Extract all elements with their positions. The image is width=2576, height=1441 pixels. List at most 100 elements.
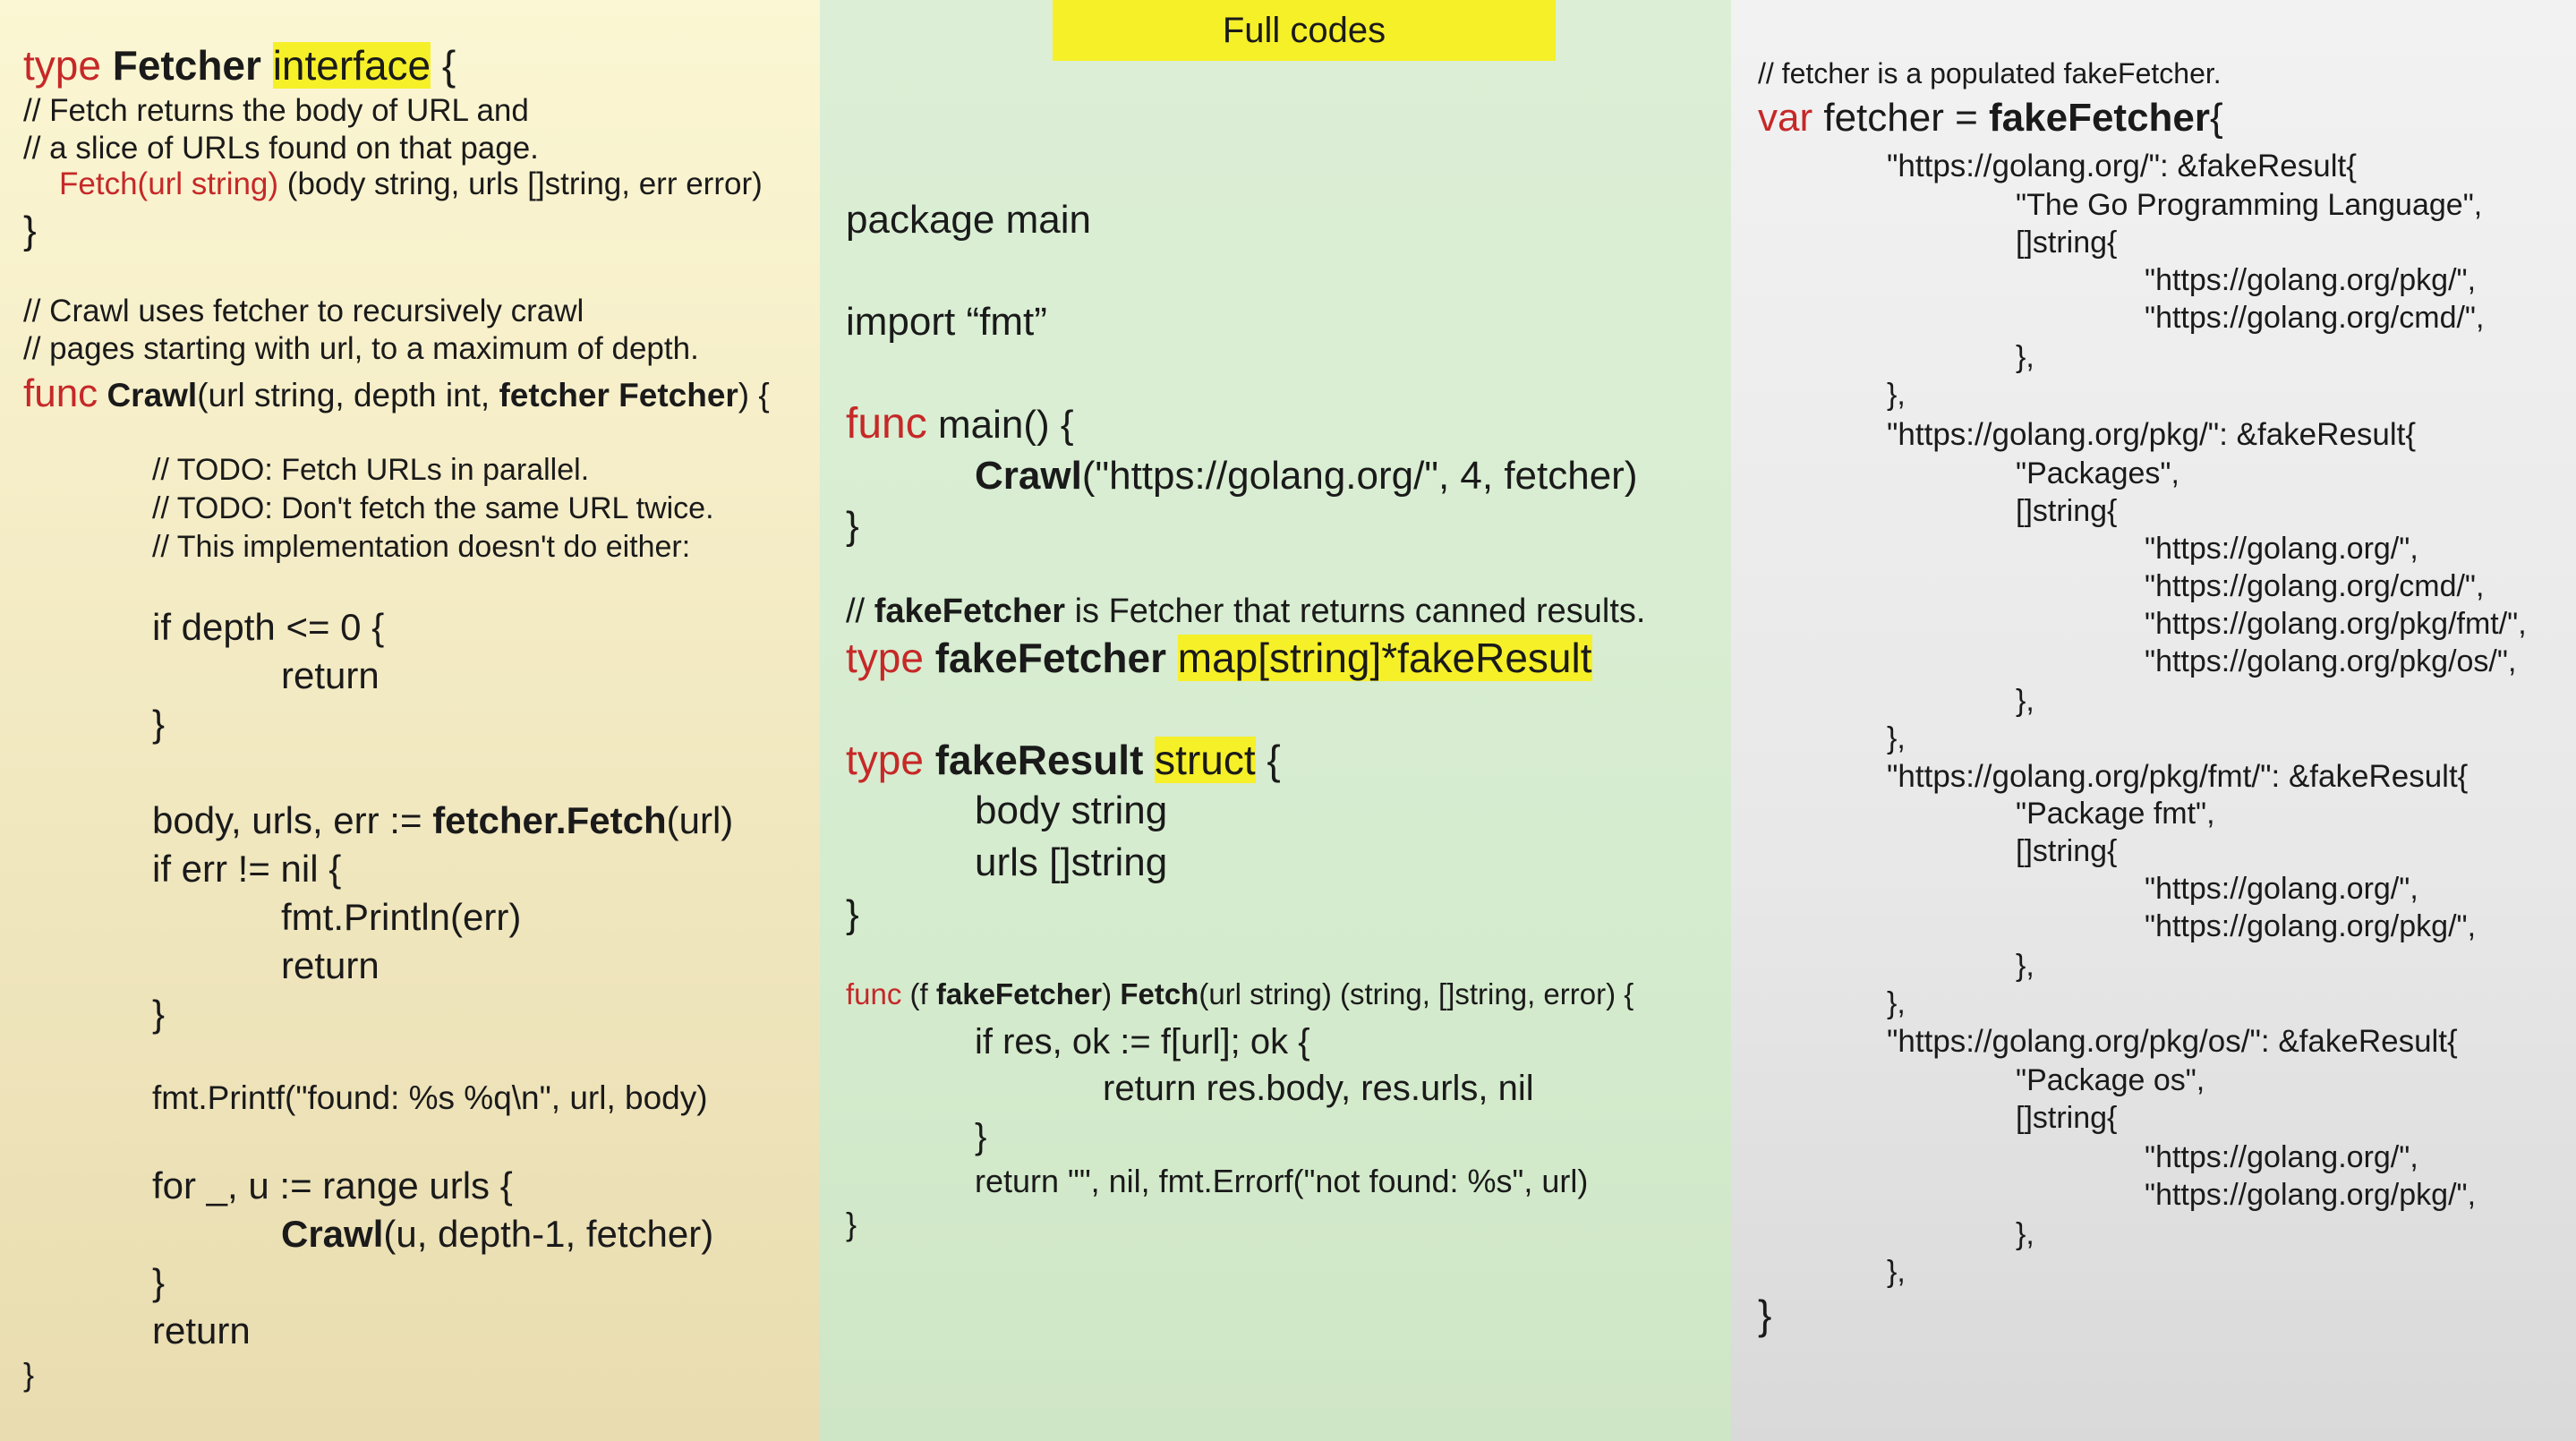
highlight: interface [272, 42, 431, 89]
code-line: }, [1887, 378, 1906, 412]
code-line: for _, u := range urls { [152, 1164, 513, 1207]
keyword: func [846, 400, 927, 448]
code-text: ) [1102, 977, 1121, 1010]
comment-line: // pages starting with url, to a maximum… [23, 331, 699, 366]
middle-code-panel: package main import “fmt” func main() { … [820, 0, 1731, 1441]
left-code-panel: type Fetcher interface { // Fetch return… [0, 0, 820, 1441]
map-entry-key: "https://golang.org/pkg/os/": &fakeResul… [1887, 1024, 2458, 1059]
type-name: Fetcher [112, 42, 261, 89]
code-text: ("https://golang.org/", 4, fetcher) [1081, 454, 1638, 498]
type-name: fakeFetcher [1989, 96, 2211, 140]
keyword: type [846, 635, 924, 681]
code-line: } [975, 1117, 987, 1156]
url-string: "https://golang.org/cmd/", [2145, 301, 2485, 335]
comment-line: // Crawl uses fetcher to recursively cra… [23, 294, 584, 328]
code-line: "The Go Programming Language", [2016, 188, 2483, 222]
func-name: Crawl [107, 377, 198, 414]
map-entry-key: "https://golang.org/pkg/": &fakeResult{ [1887, 417, 2417, 452]
code-line: if depth <= 0 { [152, 606, 385, 648]
code-line: }, [1887, 721, 1906, 755]
code-line: []string{ [2016, 1101, 2118, 1135]
type-name: fakeResult [934, 737, 1144, 783]
keyword: func [846, 977, 902, 1010]
code-line: []string{ [2016, 834, 2118, 868]
package-decl: package main [846, 198, 1091, 242]
type-name: fakeFetcher [934, 635, 1166, 681]
fetch-method-sig: func (f fakeFetcher) Fetch(url string) (… [846, 979, 1633, 1009]
url-string: "https://golang.org/pkg/", [2145, 909, 2477, 943]
url-string: "https://golang.org/pkg/", [2145, 1178, 2477, 1212]
code-line: if res, ok := f[url]; ok { [975, 1022, 1310, 1062]
closing-brace: } [23, 209, 37, 252]
url-string: "https://golang.org/pkg/fmt/", [2145, 607, 2527, 641]
url-string: "https://golang.org/pkg/", [2145, 263, 2477, 297]
code-line: }, [2016, 949, 2034, 983]
map-entry-key: "https://golang.org/": &fakeResult{ [1887, 149, 2357, 183]
fetcher-interface-decl: type Fetcher interface { [23, 42, 456, 89]
url-string: "https://golang.org/", [2145, 1140, 2418, 1174]
code-text: (url string) (string, []string, error) { [1198, 977, 1634, 1010]
code-text: (f [901, 977, 936, 1010]
highlight: struct [1155, 737, 1256, 783]
code-line: "Package os", [2016, 1063, 2205, 1097]
struct-field: urls []string [975, 840, 1168, 884]
code-line: return "", nil, fmt.Errorf("not found: %… [975, 1163, 1589, 1199]
fakeresult-type-decl: type fakeResult struct { [846, 737, 1281, 783]
todo-comment: // TODO: Don't fetch the same URL twice. [152, 491, 714, 525]
code-text: // [846, 593, 874, 630]
param-name: fetcher Fetcher [499, 377, 738, 414]
code-line: } [152, 703, 166, 745]
url-string: "https://golang.org/cmd/", [2145, 569, 2485, 603]
code-line: return [281, 944, 380, 986]
recursive-crawl-line: Crawl(u, depth-1, fetcher) [281, 1215, 713, 1253]
code-line: }, [2016, 1217, 2034, 1251]
code-line: fmt.Println(err) [281, 896, 522, 938]
fetch-call-line: body, urls, err := fetcher.Fetch(url) [152, 802, 733, 840]
keyword: type [846, 737, 924, 783]
fakefetcher-type-decl: type fakeFetcher map[string]*fakeResult [846, 635, 1592, 681]
keyword: type [23, 42, 101, 89]
main-func-sig: func main() { [846, 403, 1074, 446]
comment-line: // fakeFetcher is Fetcher that returns c… [846, 594, 1645, 628]
url-string: "https://golang.org/", [2145, 532, 2418, 566]
code-line: fmt.Printf("found: %s %q\n", url, body) [152, 1079, 708, 1116]
crawl-func-sig: func Crawl(url string, depth int, fetche… [23, 374, 770, 414]
code-line: } [152, 993, 166, 1035]
method-call: fetcher.Fetch [432, 799, 667, 841]
closing-brace: } [846, 504, 859, 548]
code-text: { [431, 42, 456, 89]
code-line: if err != nil { [152, 848, 342, 890]
code-text: { [2210, 96, 2223, 140]
code-line: }, [2016, 340, 2034, 374]
closing-brace: } [846, 1206, 857, 1242]
right-code-panel: // fetcher is a populated fakeFetcher. v… [1731, 0, 2576, 1441]
code-line: }, [1887, 1255, 1906, 1289]
code-text: (body string, urls []string, err error) [278, 166, 763, 201]
url-string: "https://golang.org/pkg/os/", [2145, 644, 2517, 678]
fetcher-var-decl: var fetcher = fakeFetcher{ [1758, 98, 2223, 138]
code-text: ) { [738, 377, 770, 414]
type-name: fakeFetcher [874, 593, 1066, 630]
code-text: is Fetcher that returns canned results. [1065, 593, 1646, 630]
title-banner: Full codes [1053, 0, 1556, 61]
receiver-type: fakeFetcher [935, 977, 1103, 1010]
func-call: Crawl [975, 454, 1082, 498]
comment-line: // fetcher is a populated fakeFetcher. [1758, 57, 2222, 90]
code-text: main() { [926, 403, 1074, 447]
keyword: var [1758, 96, 1813, 140]
map-entry-key: "https://golang.org/pkg/fmt/": &fakeResu… [1887, 759, 2469, 794]
code-text: (u, depth-1, fetcher) [383, 1213, 714, 1255]
code-text: { [1255, 737, 1281, 783]
code-line: "Package fmt", [2016, 797, 2215, 831]
closing-brace: } [1758, 1292, 1772, 1338]
fetch-method-sig: Fetch(url string) (body string, urls []s… [59, 168, 763, 200]
code-line: return res.body, res.urls, nil [1103, 1069, 1534, 1108]
code-text: fetcher = [1813, 96, 1990, 140]
closing-brace: } [846, 892, 859, 936]
code-line: return [152, 1309, 251, 1351]
highlight: map[string]*fakeResult [1177, 635, 1592, 681]
crawl-call-line: Crawl("https://golang.org/", 4, fetcher) [975, 456, 1638, 496]
code-text: body, urls, err := [152, 799, 433, 841]
method-name: Fetch(url string) [59, 166, 279, 201]
code-line: "Packages", [2016, 456, 2179, 490]
